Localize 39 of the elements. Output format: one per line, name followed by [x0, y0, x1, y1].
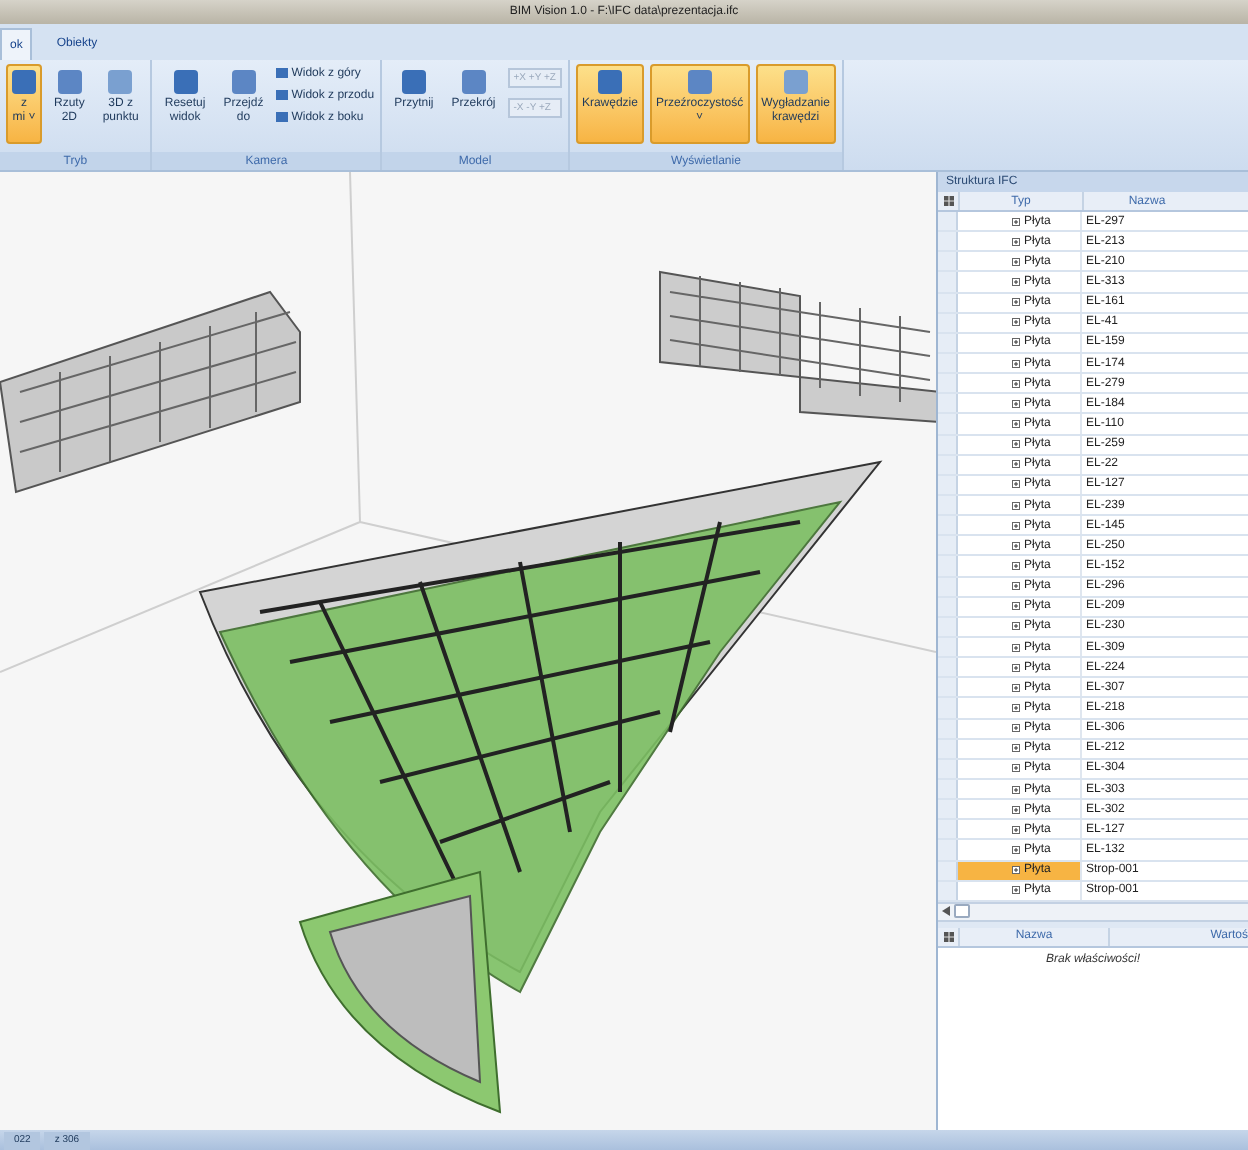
expand-icon[interactable]	[1012, 886, 1020, 895]
3d-viewport[interactable]	[0, 172, 936, 1130]
expand-icon[interactable]	[1012, 805, 1020, 814]
expand-icon[interactable]	[1012, 217, 1020, 226]
expand-icon[interactable]	[1012, 622, 1020, 631]
expand-icon[interactable]	[1012, 521, 1020, 530]
expand-icon[interactable]	[1012, 440, 1020, 449]
expand-icon[interactable]	[1012, 764, 1020, 773]
expand-icon[interactable]	[1012, 379, 1020, 388]
expand-icon[interactable]	[1012, 866, 1020, 875]
expand-icon[interactable]	[1012, 703, 1020, 712]
expand-icon[interactable]	[1012, 785, 1020, 793]
expand-icon[interactable]	[1012, 561, 1020, 570]
expand-icon[interactable]	[1012, 257, 1020, 266]
expand-icon[interactable]	[1012, 683, 1020, 692]
expand-icon[interactable]	[1012, 541, 1020, 550]
expand-icon[interactable]	[1012, 845, 1020, 854]
expand-icon[interactable]	[1012, 338, 1020, 347]
expand-icon[interactable]	[1012, 501, 1020, 510]
expand-icon[interactable]	[1012, 480, 1020, 489]
expand-icon[interactable]	[1012, 643, 1020, 652]
expand-icon[interactable]	[1012, 582, 1020, 591]
expand-icon[interactable]	[1012, 460, 1020, 469]
expand-icon[interactable]	[1012, 237, 1020, 246]
expand-icon[interactable]	[1012, 298, 1020, 307]
grid-icon[interactable]	[943, 196, 953, 206]
expand-icon[interactable]	[1012, 359, 1020, 368]
expand-icon[interactable]	[1012, 419, 1020, 428]
scrollbar-thumb[interactable]	[954, 904, 970, 919]
expand-icon[interactable]	[1012, 318, 1020, 327]
expand-icon[interactable]	[1012, 277, 1020, 286]
grid-icon[interactable]	[943, 931, 953, 942]
expand-icon[interactable]	[1012, 724, 1020, 733]
scroll-left-arrow-icon[interactable]	[942, 906, 950, 917]
expand-icon[interactable]	[1012, 663, 1020, 672]
expand-icon[interactable]	[1012, 744, 1020, 753]
expand-icon[interactable]	[1012, 825, 1020, 834]
expand-icon[interactable]	[1012, 399, 1020, 408]
expand-icon[interactable]	[1012, 602, 1020, 611]
